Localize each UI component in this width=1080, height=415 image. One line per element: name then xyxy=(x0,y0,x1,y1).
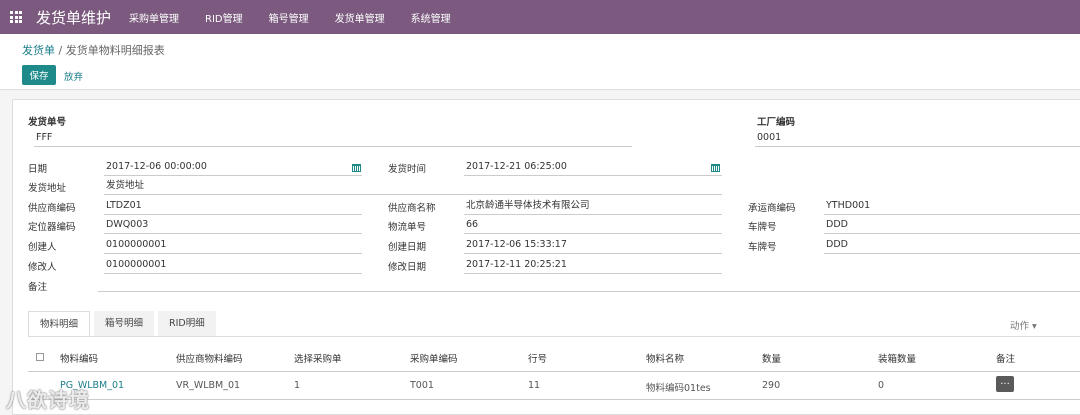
watermark: 八欲诗境 xyxy=(6,388,90,412)
menu-shipment[interactable]: 发货单管理 xyxy=(335,10,385,25)
calendar-icon[interactable] xyxy=(711,163,720,172)
row-more-button[interactable]: ... xyxy=(996,376,1014,392)
modifier-field[interactable]: 0100000001 xyxy=(104,258,362,274)
locator-field[interactable]: DWQ003 xyxy=(104,218,362,234)
carrier-code-label: 承运商编码 xyxy=(748,203,796,214)
modified-field[interactable]: 2017-12-11 20:25:21 xyxy=(464,258,722,274)
save-button[interactable]: 保存 xyxy=(22,65,56,85)
cell-packed-qty: 0 xyxy=(878,380,885,391)
breadcrumb-separator: / xyxy=(55,44,66,57)
remark-label: 备注 xyxy=(28,282,48,293)
control-panel: 发货单 / 发货单物料明细报表 保存 放弃 xyxy=(0,34,1080,90)
cell-material-name: 物料编码01tes xyxy=(646,383,711,394)
plate1-field[interactable]: DDD xyxy=(824,218,1080,234)
ship-no-label: 发货单号 xyxy=(28,117,67,128)
supplier-code-field[interactable]: LTDZ01 xyxy=(104,199,362,215)
plate1-label: 车牌号 xyxy=(748,222,777,233)
locator-label: 定位器编码 xyxy=(28,222,76,233)
breadcrumb-parent[interactable]: 发货单 xyxy=(22,44,55,57)
cell-supplier-material-code: VR_WLBM_01 xyxy=(176,380,241,391)
ship-addr-label: 发货地址 xyxy=(28,183,67,194)
col-remark[interactable]: 备注 xyxy=(996,351,1015,365)
tab-rid-detail[interactable]: RID明细 xyxy=(158,311,216,337)
col-material-code[interactable]: 物料编码 xyxy=(60,351,98,365)
created-field[interactable]: 2017-12-06 15:33:17 xyxy=(464,238,722,254)
factory-field[interactable]: 0001 xyxy=(755,131,1080,147)
tab-box-detail[interactable]: 箱号明细 xyxy=(94,311,155,337)
ship-no-field[interactable]: FFF xyxy=(34,131,632,147)
menu-system[interactable]: 系统管理 xyxy=(411,10,451,25)
table-row[interactable]: PG_WLBM_01 VR_WLBM_01 1 T001 11 物料编码01te… xyxy=(28,372,1080,400)
ship-addr-field[interactable]: 发货地址 xyxy=(104,179,722,195)
col-packed-qty[interactable]: 装箱数量 xyxy=(878,351,916,365)
remark-field[interactable] xyxy=(98,276,1080,292)
creator-label: 创建人 xyxy=(28,242,57,253)
supplier-name-label: 供应商名称 xyxy=(388,203,436,214)
action-dropdown[interactable]: 动作 ▾ xyxy=(1010,318,1037,332)
col-select-po[interactable]: 选择采购单 xyxy=(294,351,342,365)
modified-label: 修改日期 xyxy=(388,262,427,273)
cell-select-po: 1 xyxy=(294,380,301,391)
breadcrumb-current: 发货单物料明细报表 xyxy=(65,44,165,57)
created-label: 创建日期 xyxy=(388,242,427,253)
creator-field[interactable]: 0100000001 xyxy=(104,238,362,254)
apps-grid-icon[interactable] xyxy=(10,11,22,23)
cell-line-no: 11 xyxy=(528,380,541,391)
cell-quantity: 290 xyxy=(762,380,781,391)
col-line-no[interactable]: 行号 xyxy=(528,351,547,365)
col-supplier-material-code[interactable]: 供应商物料编码 xyxy=(176,351,243,365)
table-header: 物料编码 供应商物料编码 选择采购单 采购单编码 行号 物料名称 数量 装箱数量… xyxy=(28,342,1080,372)
plate2-label: 车牌号 xyxy=(748,242,777,253)
top-navbar: 发货单维护 采购单管理 RID管理 箱号管理 发货单管理 系统管理 xyxy=(0,0,1080,34)
ship-time-label: 发货时间 xyxy=(388,164,427,175)
menu-purchase[interactable]: 采购单管理 xyxy=(129,10,179,25)
app-title: 发货单维护 xyxy=(36,8,112,27)
supplier-name-field[interactable]: 北京龄通半导体技术有限公司 xyxy=(464,199,722,215)
tab-divider xyxy=(28,336,1080,337)
discard-button[interactable]: 放弃 xyxy=(64,69,83,83)
factory-label: 工厂编码 xyxy=(757,117,796,128)
breadcrumb: 发货单 / 发货单物料明细报表 xyxy=(22,42,165,58)
plate2-field[interactable]: DDD xyxy=(824,238,1080,254)
menu-rid[interactable]: RID管理 xyxy=(205,10,243,25)
date-label: 日期 xyxy=(28,164,48,175)
supplier-code-label: 供应商编码 xyxy=(28,203,76,214)
detail-tabs: 物料明细 箱号明细 RID明细 xyxy=(28,311,220,337)
logistics-label: 物流单号 xyxy=(388,222,427,233)
date-field[interactable]: 2017-12-06 00:00:00 xyxy=(104,160,362,176)
ship-time-field[interactable]: 2017-12-21 06:25:00 xyxy=(464,160,722,176)
calendar-icon[interactable] xyxy=(352,163,361,172)
col-quantity[interactable]: 数量 xyxy=(762,351,781,365)
tab-material-detail[interactable]: 物料明细 xyxy=(28,311,91,337)
col-po-code[interactable]: 采购单编码 xyxy=(410,351,458,365)
modifier-label: 修改人 xyxy=(28,262,57,273)
cell-po-code: T001 xyxy=(410,380,434,391)
select-all-checkbox[interactable] xyxy=(36,353,44,361)
col-material-name[interactable]: 物料名称 xyxy=(646,351,684,365)
menu-box[interactable]: 箱号管理 xyxy=(269,10,309,25)
carrier-code-field[interactable]: YTHD001 xyxy=(824,199,1080,215)
logistics-field[interactable]: 66 xyxy=(464,218,722,234)
